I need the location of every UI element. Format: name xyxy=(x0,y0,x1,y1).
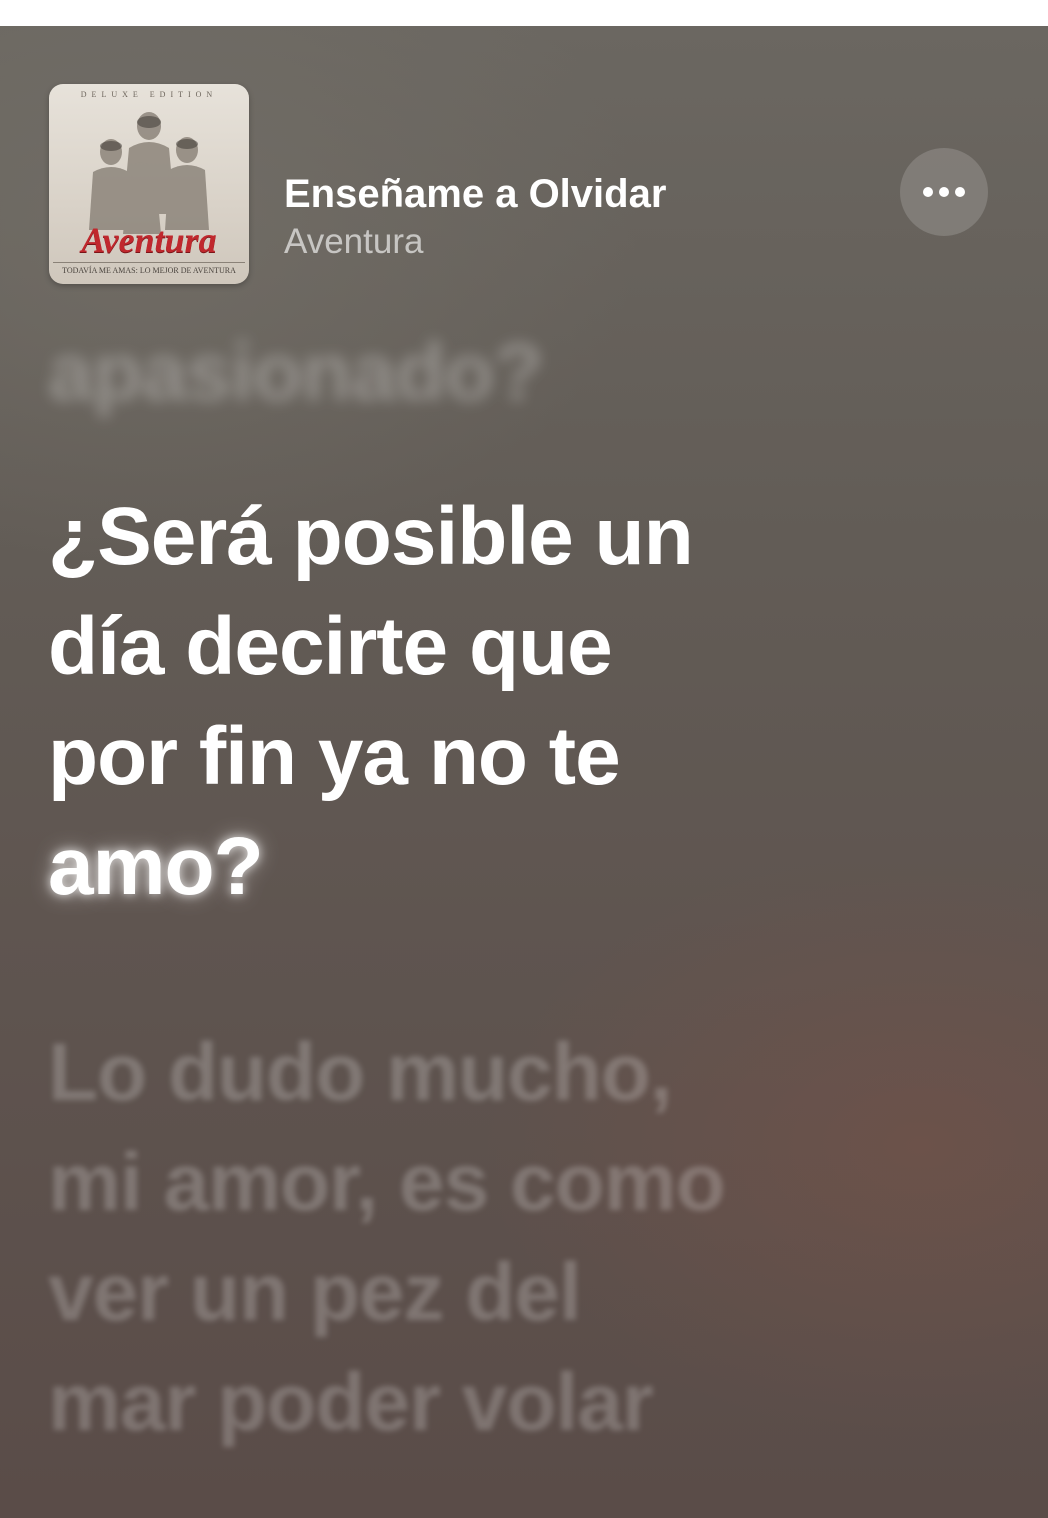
lyric-current-line: ¿Será posible un xyxy=(48,491,694,582)
song-title[interactable]: Enseñame a Olvidar xyxy=(284,172,666,217)
lyric-line-next[interactable]: Lo dudo mucho, mi amor, es como ver un p… xyxy=(48,1018,928,1458)
artist-name[interactable]: Aventura xyxy=(284,222,423,262)
lyric-next-line: ver un pez del xyxy=(48,1247,582,1338)
lyrics-screen: DELUXE EDITION Aventura TODAVÍA ME AMAS:… xyxy=(0,26,1048,1518)
album-artwork[interactable]: DELUXE EDITION Aventura TODAVÍA ME AMAS:… xyxy=(49,84,249,284)
ellipsis-icon-dot xyxy=(955,187,965,197)
lyric-line-current[interactable]: ¿Será posible un día decirte que por fin… xyxy=(48,482,928,922)
artwork-edition-label: DELUXE EDITION xyxy=(80,90,218,99)
lyric-current-line-active-word: amo? xyxy=(48,821,264,912)
ellipsis-icon-dot xyxy=(939,187,949,197)
lyric-next-line: Lo dudo mucho, xyxy=(48,1027,673,1118)
status-bar-area xyxy=(0,0,1048,26)
lyric-next-line: mi amor, es como xyxy=(48,1137,726,1228)
lyric-current-line: por fin ya no te xyxy=(48,711,621,802)
artwork-subtitle: TODAVÍA ME AMAS: LO MEJOR DE AVENTURA xyxy=(53,262,245,275)
more-options-button[interactable] xyxy=(900,148,988,236)
artwork-figures-illustration xyxy=(89,112,209,234)
lyric-current-line: día decirte que xyxy=(48,601,613,692)
ellipsis-icon xyxy=(923,187,933,197)
lyric-line-previous[interactable]: apasionado? xyxy=(48,318,928,428)
artwork-brand-logo: Aventura xyxy=(81,220,217,260)
lyric-next-line: mar poder volar xyxy=(48,1357,654,1448)
